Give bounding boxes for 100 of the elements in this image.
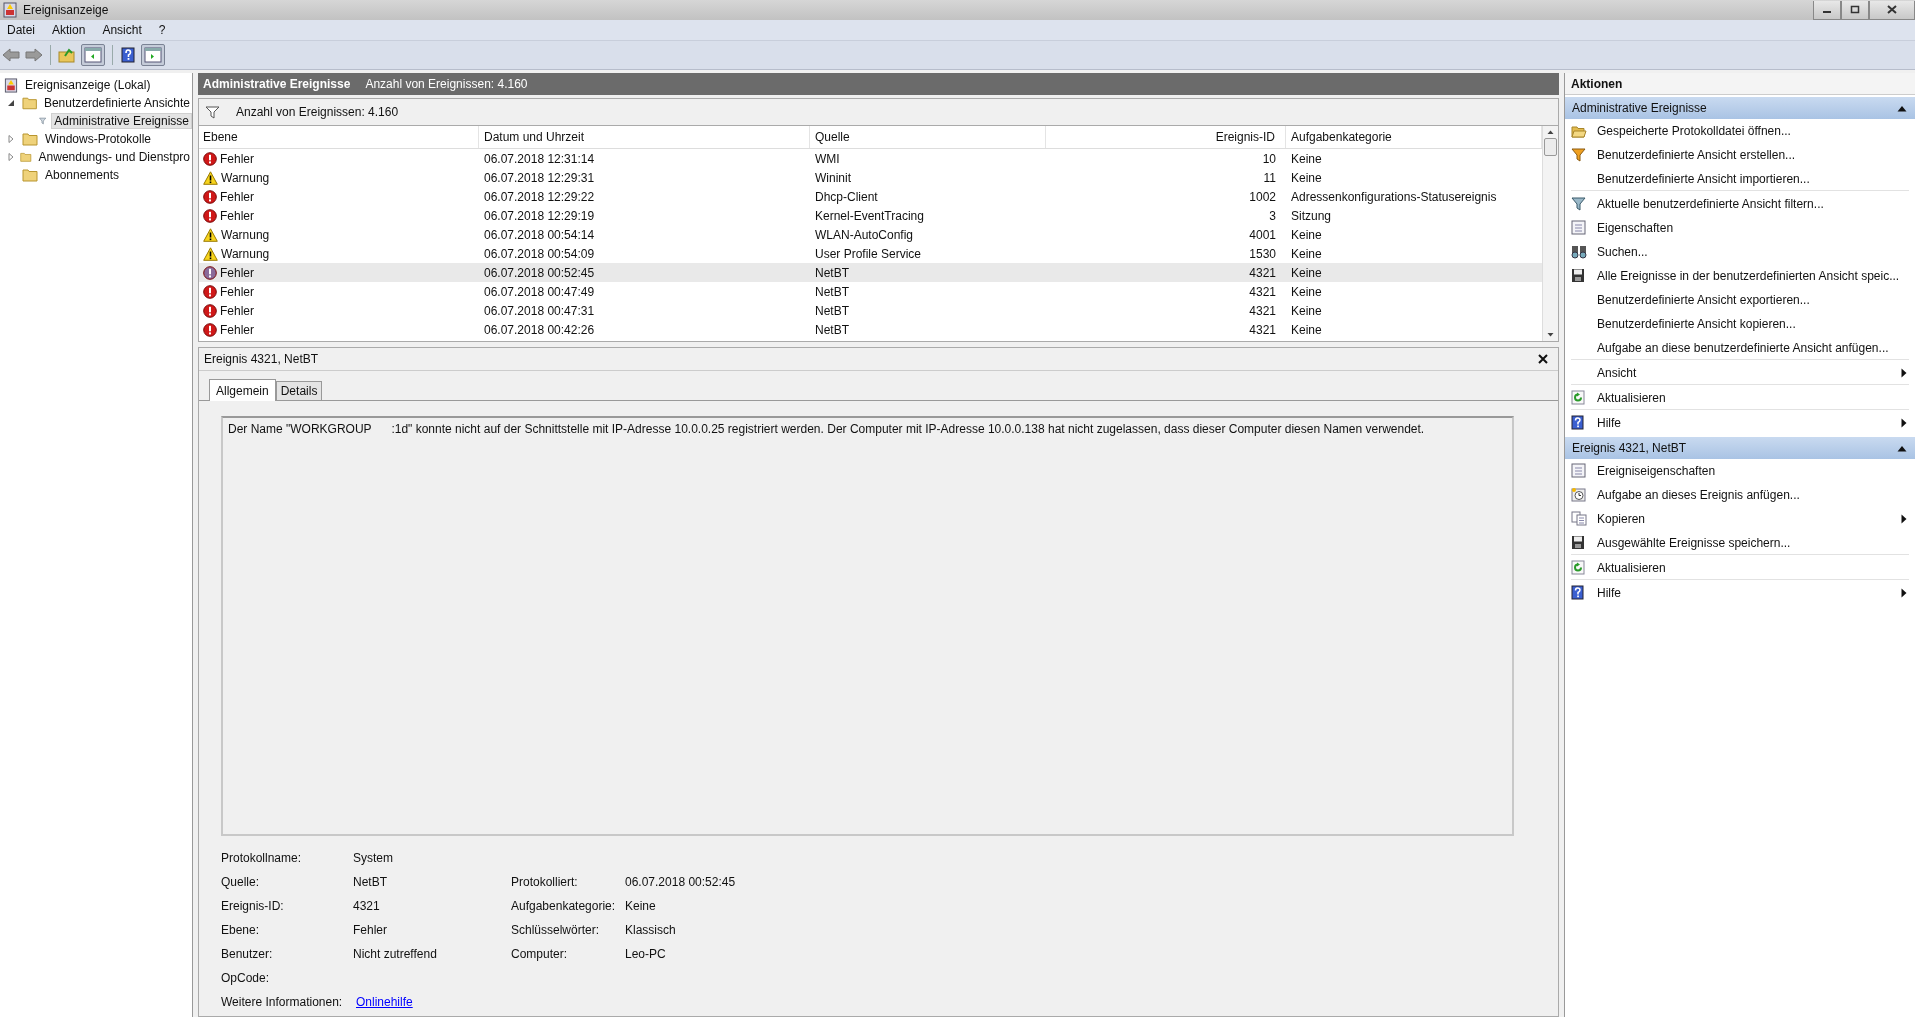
action-item[interactable]: Ansicht [1597,365,1637,380]
menu-item[interactable]: Ansicht [102,23,142,37]
scroll-thumb[interactable] [1544,138,1557,156]
action-item[interactable]: Benutzerdefinierte Ansicht erstellen... [1597,147,1796,162]
action-row[interactable]: Aktualisieren [1571,556,1909,580]
action-row[interactable]: Benutzerdefinierte Ansicht exportieren... [1571,288,1909,311]
action-item[interactable]: Benutzerdefinierte Ansicht kopieren... [1597,316,1796,331]
action-row[interactable]: Hilfe [1571,581,1909,604]
action-item[interactable]: Aktualisieren [1597,560,1666,575]
show-actions-button[interactable] [141,44,165,66]
action-row[interactable]: Ausgewählte Ereignisse speichern... [1571,531,1909,555]
action-item[interactable]: Hilfe [1597,585,1621,600]
action-row[interactable]: Suchen... [1571,240,1909,263]
folder-up-icon[interactable] [58,47,76,63]
table-cell: Warnung [221,227,270,242]
table-row[interactable]: Fehler 06.07.2018 00:52:45 NetBT 4321 Keine [199,263,1542,282]
column-header[interactable]: Ereignis-ID [1046,126,1286,148]
action-item[interactable]: Gespeicherte Protokolldatei öffnen... [1597,123,1791,138]
table-cell-text: 10 [1261,151,1277,166]
property-label: Benutzer: [221,947,274,962]
view-title: Administrative Ereignisse [203,77,351,91]
table-cell-text: 06.07.2018 00:54:09 [483,246,596,261]
action-row[interactable]: Ansicht [1571,361,1909,385]
tree-item[interactable]: Administrative Ereignisse [51,113,192,129]
table-row[interactable]: Fehler 06.07.2018 12:29:19 Kernel-EventTracing 3 Sitzung [199,206,1542,225]
action-row[interactable]: Aufgabe an diese benutzerdefinierte Ansicht anfügen... [1571,336,1909,360]
tree-item[interactable]: Ereignisanzeige (Lokal) [23,78,153,92]
close-icon[interactable] [1887,5,1897,14]
collapse-arrow-icon[interactable] [7,99,15,107]
action-row[interactable]: Benutzerdefinierte Ansicht kopieren... [1571,312,1909,335]
tree-item[interactable]: Anwendungs- und Dienstpro [36,150,192,164]
tree-item[interactable]: Abonnements [43,168,122,182]
action-item[interactable]: Benutzerdefinierte Ansicht exportieren... [1597,292,1810,307]
table-row[interactable]: Warnung 06.07.2018 00:54:14 WLAN-AutoConfig 4001 Keine [199,225,1542,244]
action-item[interactable]: Suchen... [1597,244,1648,259]
collapse-icon[interactable] [1897,104,1907,112]
forward-icon[interactable] [25,47,43,63]
maximize-icon[interactable] [1850,5,1860,14]
property-value: Nicht zutreffend [353,947,437,961]
tab[interactable]: Details [275,381,323,400]
action-item[interactable]: Benutzerdefinierte Ansicht importieren... [1597,171,1810,186]
table-cell-text: WLAN-AutoConfig [814,227,915,242]
expand-arrow-icon[interactable] [7,135,15,143]
property-value: Keine [625,899,656,913]
action-row[interactable]: Aufgabe an dieses Ereignis anfügen... [1571,483,1909,506]
column-header[interactable]: Datum und Uhrzeit [479,126,810,148]
table-row[interactable]: Fehler 06.07.2018 00:47:49 NetBT 4321 Keine [199,282,1542,301]
action-row[interactable]: Aktuelle benutzerdefinierte Ansicht filtern... [1571,192,1909,215]
action-row[interactable]: Hilfe [1571,411,1909,434]
action-row[interactable]: Benutzerdefinierte Ansicht erstellen... [1571,143,1909,166]
action-row[interactable]: Kopieren [1571,507,1909,530]
menu-item[interactable]: Datei [7,23,35,37]
menu-item[interactable]: ? [158,23,166,37]
property-label: Protokollname: [221,851,303,866]
tree-item[interactable]: Benutzerdefinierte Ansichte [41,96,192,110]
help-icon[interactable] [120,47,136,63]
warning-icon [203,246,218,261]
tab[interactable]: Allgemein [209,379,276,401]
show-tree-button[interactable] [81,44,105,66]
table-row[interactable]: Warnung 06.07.2018 00:54:09 User Profile Service 1530 Keine [199,244,1542,263]
minimize-button[interactable] [1813,0,1841,20]
collapse-icon[interactable] [1897,444,1907,452]
action-item[interactable]: Aktuelle benutzerdefinierte Ansicht filtern... [1597,196,1824,211]
column-header[interactable]: Ebene [199,126,479,148]
close-button[interactable] [1869,0,1915,20]
expand-arrow-icon[interactable] [7,153,15,161]
action-row[interactable]: Aktualisieren [1571,386,1909,410]
action-item[interactable]: Ausgewählte Ereignisse speichern... [1597,535,1791,550]
action-row[interactable]: Gespeicherte Protokolldatei öffnen... [1571,119,1909,142]
help-link[interactable]: Onlinehilfe [353,995,413,1009]
tree-item[interactable]: Windows-Protokolle [43,132,154,146]
maximize-button[interactable] [1841,0,1869,20]
table-row[interactable]: Fehler 06.07.2018 12:29:22 Dhcp-Client 1002 Adressenkonfigurations-Statusereignis [199,187,1542,206]
action-item[interactable]: Hilfe [1597,415,1621,430]
menu-item[interactable]: Aktion [52,23,86,37]
table-row[interactable]: Fehler 06.07.2018 12:31:14 WMI 10 Keine [199,149,1542,168]
scrollbar[interactable] [1542,126,1558,341]
back-icon[interactable] [2,47,20,63]
action-item[interactable]: Eigenschaften [1597,220,1674,235]
column-header[interactable]: Quelle [810,126,1046,148]
table-row[interactable]: Warnung 06.07.2018 12:29:31 Wininit 11 Keine [199,168,1542,187]
section-header[interactable]: Ereignis 4321, NetBT [1565,437,1915,459]
action-row[interactable]: Eigenschaften [1571,216,1909,239]
action-item[interactable]: Alle Ereignisse in der benutzerdefinierten Ansicht speic... [1597,268,1900,283]
funnel-icon [1571,196,1586,211]
table-cell-text: NetBT [814,303,850,318]
table-row[interactable]: Fehler 06.07.2018 00:47:31 NetBT 4321 Keine [199,301,1542,320]
close-icon[interactable] [1538,354,1548,364]
action-item[interactable]: Aktualisieren [1597,390,1666,405]
table-row[interactable]: Fehler 06.07.2018 00:42:26 NetBT 4321 Keine [199,320,1542,339]
action-item[interactable]: Ereigniseigenschaften [1597,463,1716,478]
action-row[interactable]: Alle Ereignisse in der benutzerdefinierten Ansicht speic... [1571,264,1909,287]
table-cell-text: Keine [1290,151,1323,166]
action-row[interactable]: Ereigniseigenschaften [1571,459,1909,482]
action-item[interactable]: Kopieren [1597,511,1646,526]
action-item[interactable]: Aufgabe an dieses Ereignis anfügen... [1597,487,1800,502]
table-cell-text: Keine [1290,170,1323,185]
section-header[interactable]: Administrative Ereignisse [1565,97,1915,119]
action-item[interactable]: Aufgabe an diese benutzerdefinierte Ansicht anfügen... [1597,340,1889,355]
action-row[interactable]: Benutzerdefinierte Ansicht importieren... [1571,167,1909,191]
